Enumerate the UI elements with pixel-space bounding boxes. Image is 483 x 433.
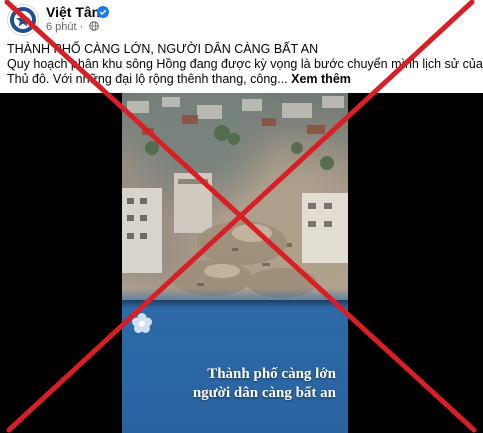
avatar[interactable] (7, 4, 39, 36)
aerial-city-image (122, 93, 348, 300)
globe-icon (89, 21, 100, 31)
post-title: THÀNH PHỐ CÀNG LỚN, NGƯỜI DÂN CÀNG BẤT A… (7, 42, 319, 56)
author-name[interactable]: Việt Tân (46, 4, 100, 20)
flower-logo-icon (132, 313, 152, 333)
verified-icon (97, 6, 109, 18)
video-caption: Thành phố càng lớn người dân càng bất an (122, 365, 336, 403)
post-time[interactable]: 6 phút (46, 21, 77, 33)
caption-line-2: người dân càng bất an (192, 385, 336, 401)
post-body-line: Quy hoạch phân khu sông Hồng đang được k… (7, 57, 483, 71)
caption-line: Thành phố càng lớn (207, 366, 336, 382)
post-body-line-2: Thủ đô. Với những đại lộ rộng thênh than… (7, 72, 477, 87)
avatar-logo (10, 7, 36, 33)
caption-band (122, 288, 348, 433)
facebook-post: Việt Tân 6 phút · THÀNH PHỐ CÀNG LỚN, NG… (0, 0, 483, 433)
post-body: Quy hoạch phân khu sông Hồng đang được k… (7, 57, 483, 87)
video-player[interactable]: Thành phố càng lớn người dân càng bất an (0, 93, 483, 433)
post-meta: 6 phút · (46, 21, 100, 33)
post-body-text: Thủ đô. Với những đại lộ rộng thênh than… (7, 72, 288, 86)
video-frame[interactable]: Thành phố càng lớn người dân càng bất an (122, 93, 348, 433)
see-more-link[interactable]: Xem thêm (291, 72, 351, 86)
demolition-scene (122, 96, 348, 298)
